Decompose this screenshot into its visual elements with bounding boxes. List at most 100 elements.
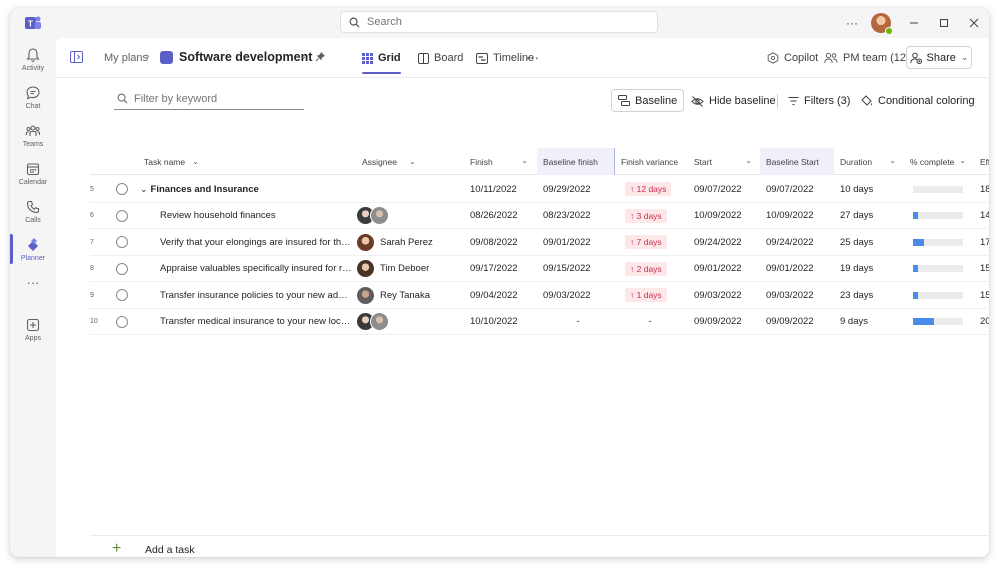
table-row[interactable]: 7 Verify that your elongings are insured … bbox=[90, 229, 989, 256]
task-name[interactable]: Finances and Insurance bbox=[151, 184, 259, 195]
effort-cell[interactable]: 179 h bbox=[980, 229, 989, 255]
add-task-row[interactable]: + Add a task bbox=[90, 535, 989, 557]
finish-cell[interactable]: 09/17/2022 bbox=[470, 256, 536, 282]
start-cell[interactable]: 09/24/2022 bbox=[694, 229, 760, 255]
column-header-baseline-start[interactable]: Baseline Start bbox=[760, 148, 834, 175]
minimize-icon[interactable] bbox=[899, 8, 929, 38]
hide-baseline-button[interactable]: Hide baseline bbox=[685, 90, 782, 112]
rail-item-teams[interactable]: Teams bbox=[10, 116, 56, 154]
start-cell[interactable]: 09/09/2022 bbox=[694, 309, 760, 335]
checkbox-cell[interactable] bbox=[116, 229, 130, 255]
table-row[interactable]: 8 Appraise valuables specifically insured… bbox=[90, 256, 989, 282]
collapse-chevron-icon[interactable]: ⌄ bbox=[140, 184, 148, 195]
finish-cell[interactable]: 09/08/2022 bbox=[470, 229, 536, 255]
finish-cell[interactable]: 10/10/2022 bbox=[470, 309, 536, 335]
complete-checkbox[interactable] bbox=[116, 236, 128, 248]
finish-cell[interactable]: 08/26/2022 bbox=[470, 203, 536, 229]
assignee-cell[interactable]: Rey Tanaka bbox=[356, 282, 462, 308]
column-header-effort[interactable]: Effor bbox=[974, 148, 989, 175]
baseline-button[interactable]: Baseline bbox=[611, 89, 685, 112]
rail-item-planner[interactable]: Planner bbox=[10, 230, 56, 268]
column-header-task-name[interactable]: Task name ⌄ bbox=[138, 148, 350, 175]
column-header-finish[interactable]: Finish ⌄ bbox=[464, 148, 536, 175]
rail-item-chat[interactable]: Chat bbox=[10, 78, 56, 116]
rail-item-activity[interactable]: Activity bbox=[10, 40, 56, 78]
tab-grid[interactable]: Grid bbox=[362, 38, 401, 78]
percent-complete-cell[interactable] bbox=[913, 309, 973, 335]
finish-cell[interactable]: 10/11/2022 bbox=[470, 176, 536, 202]
duration-cell[interactable]: 19 days bbox=[840, 256, 904, 282]
column-header-finish-variance[interactable]: Finish variance bbox=[615, 148, 687, 175]
duration-cell[interactable]: 10 days bbox=[840, 176, 904, 202]
table-row[interactable]: 10 Transfer medical insurance to your new… bbox=[90, 309, 989, 335]
share-button[interactable]: Share ⌄ bbox=[906, 46, 972, 69]
assignee-avatar[interactable] bbox=[370, 312, 389, 331]
task-name[interactable]: Appraise valuables specifically insured … bbox=[160, 263, 352, 274]
search-input[interactable] bbox=[367, 16, 637, 28]
complete-checkbox[interactable] bbox=[116, 262, 128, 275]
checkbox-cell[interactable] bbox=[116, 256, 130, 282]
effort-cell[interactable]: 200 h bbox=[980, 309, 989, 335]
table-row[interactable]: 5 ⌄ Finances and Insurance 10/11/2022 09/29/… bbox=[90, 176, 989, 203]
rail-item-apps[interactable]: Apps bbox=[10, 310, 56, 348]
column-header-percent-complete[interactable]: % complete ⌄ bbox=[904, 148, 974, 175]
duration-cell[interactable]: 23 days bbox=[840, 282, 904, 308]
task-name[interactable]: Transfer medical insurance to your new l… bbox=[160, 316, 352, 327]
task-name[interactable]: Review household finances bbox=[160, 210, 276, 221]
more-views-icon[interactable]: ··· bbox=[526, 50, 539, 65]
tab-board[interactable]: Board bbox=[418, 38, 463, 78]
maximize-icon[interactable] bbox=[929, 8, 959, 38]
task-name-cell[interactable]: ⌄ Finances and Insurance bbox=[140, 176, 352, 202]
filters-button[interactable]: Filters (3) bbox=[782, 90, 856, 112]
rail-item-calendar[interactable]: Calendar bbox=[10, 154, 56, 192]
conditional-coloring-button[interactable]: Conditional coloring bbox=[855, 90, 981, 112]
complete-checkbox[interactable] bbox=[116, 183, 128, 195]
assignee-avatar[interactable] bbox=[370, 206, 389, 225]
assignee-avatar[interactable] bbox=[356, 259, 375, 278]
copilot-button[interactable]: Copilot bbox=[767, 38, 818, 78]
assignee-cell[interactable] bbox=[356, 309, 462, 335]
percent-complete-cell[interactable] bbox=[913, 256, 973, 282]
column-header-duration[interactable]: Duration ⌄ bbox=[834, 148, 904, 175]
task-name-cell[interactable]: Verify that your elongings are insured f… bbox=[160, 229, 352, 255]
percent-complete-cell[interactable] bbox=[913, 282, 973, 308]
pin-icon[interactable] bbox=[315, 51, 326, 62]
rail-more-icon[interactable]: ··· bbox=[10, 270, 56, 294]
duration-cell[interactable]: 25 days bbox=[840, 229, 904, 255]
task-name-cell[interactable]: Appraise valuables specifically insured … bbox=[160, 256, 352, 282]
plan-title[interactable]: Software development bbox=[179, 50, 312, 64]
team-button[interactable]: PM team (12) bbox=[824, 38, 910, 78]
effort-cell[interactable]: 186 h bbox=[980, 176, 989, 202]
column-header-assignee[interactable]: Assignee ⌄ bbox=[356, 148, 464, 175]
checkbox-cell[interactable] bbox=[116, 282, 130, 308]
percent-complete-cell[interactable] bbox=[913, 229, 973, 255]
filter-keyword-input[interactable] bbox=[134, 92, 294, 105]
complete-checkbox[interactable] bbox=[116, 209, 128, 222]
more-options-icon[interactable]: ··· bbox=[837, 8, 867, 38]
start-cell[interactable]: 09/03/2022 bbox=[694, 282, 760, 308]
complete-checkbox[interactable] bbox=[116, 289, 128, 301]
start-cell[interactable]: 09/01/2022 bbox=[694, 256, 760, 282]
column-header-baseline-finish[interactable]: Baseline finish bbox=[537, 148, 615, 175]
percent-complete-cell[interactable] bbox=[913, 203, 973, 229]
breadcrumb-my-plans[interactable]: My plans bbox=[104, 52, 148, 64]
start-cell[interactable]: 09/07/2022 bbox=[694, 176, 760, 202]
column-header-start[interactable]: Start ⌄ bbox=[688, 148, 760, 175]
assignee-cell[interactable] bbox=[356, 203, 462, 229]
duration-cell[interactable]: 27 days bbox=[840, 203, 904, 229]
duration-cell[interactable]: 9 days bbox=[840, 309, 904, 335]
task-name-cell[interactable]: Transfer medical insurance to your new l… bbox=[160, 309, 352, 335]
complete-checkbox[interactable] bbox=[116, 315, 128, 328]
table-row[interactable]: 6 Review household finances 08/26/2022 08/2… bbox=[90, 203, 989, 229]
checkbox-cell[interactable] bbox=[116, 203, 130, 229]
task-name-cell[interactable]: Transfer insurance policies to your new … bbox=[160, 282, 352, 308]
task-name-cell[interactable]: Review household finances bbox=[160, 203, 352, 229]
checkbox-cell[interactable] bbox=[116, 176, 130, 202]
chevron-down-icon[interactable]: ⌄ bbox=[299, 51, 307, 62]
task-name[interactable]: Verify that your elongings are insured f… bbox=[160, 237, 352, 248]
start-cell[interactable]: 10/09/2022 bbox=[694, 203, 760, 229]
search-box[interactable] bbox=[340, 11, 658, 33]
effort-cell[interactable]: 159 h bbox=[980, 256, 989, 282]
rail-item-calls[interactable]: Calls bbox=[10, 192, 56, 230]
task-name[interactable]: Transfer insurance policies to your new … bbox=[160, 290, 352, 301]
